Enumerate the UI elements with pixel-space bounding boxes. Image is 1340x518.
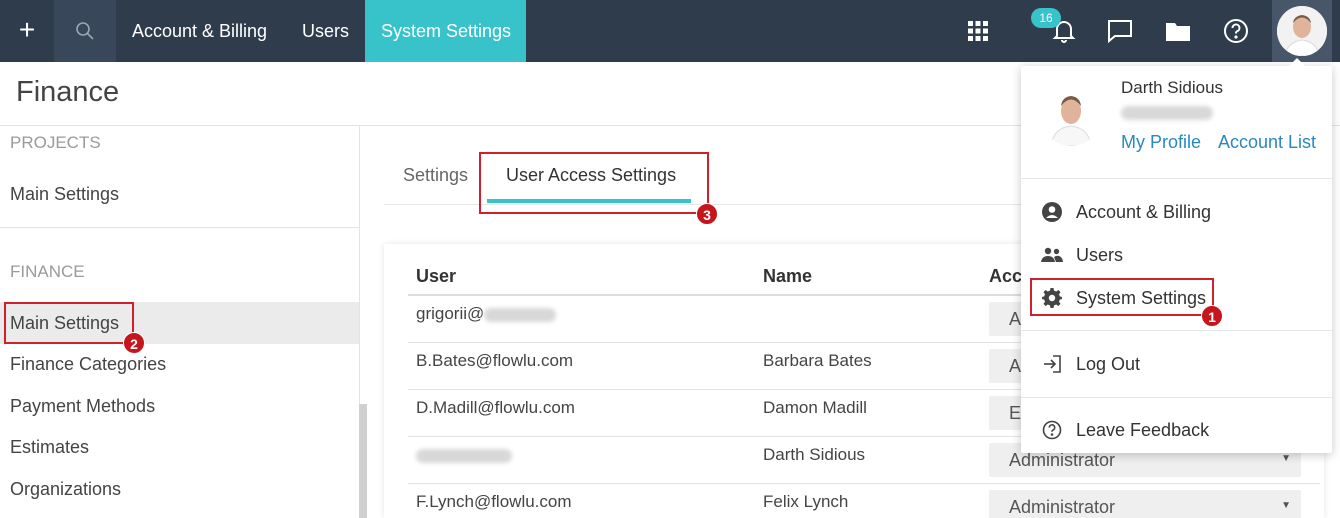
access-select-value: Administrator [1009, 450, 1116, 470]
page-title: Finance [16, 76, 120, 108]
users-icon [1041, 244, 1063, 266]
user-name: Darth Sidious [1121, 78, 1224, 97]
table-row-name: Damon Madill [763, 398, 867, 417]
sidebar-item-estimates[interactable]: Estimates [10, 437, 89, 458]
menu-item-leave-feedback[interactable]: Leave Feedback [1041, 416, 1209, 444]
highlight-user-access-tab [479, 152, 709, 214]
sidebar-item-payment-methods[interactable]: Payment Methods [10, 396, 155, 417]
sidebar-scrollbar[interactable] [359, 404, 367, 518]
column-header-user: User [416, 266, 457, 286]
table-row-name: Felix Lynch [763, 492, 849, 511]
avatar [1277, 6, 1327, 56]
dropdown-caret [1288, 58, 1306, 67]
account-list-link[interactable]: Account List [1218, 132, 1316, 153]
blurred-email [484, 307, 557, 322]
access-select[interactable]: Administrator ▼ [989, 490, 1301, 518]
table-row-user [416, 445, 512, 465]
highlight-main-settings [4, 302, 134, 344]
account-circle-icon [1041, 201, 1063, 223]
tab-settings[interactable]: Settings [403, 165, 468, 186]
column-header-name: Name [763, 266, 813, 286]
folder-icon[interactable] [1164, 17, 1192, 45]
menu-item-label: Users [1076, 244, 1124, 265]
menu-item-label: Log Out [1076, 353, 1141, 374]
nav-system-settings[interactable]: System Settings [365, 0, 526, 62]
chevron-down-icon: ▼ [1281, 453, 1291, 464]
search-button[interactable] [54, 0, 116, 62]
sidebar-item-projects-main-settings[interactable]: Main Settings [10, 184, 119, 205]
table-row-user: B.Bates@flowlu.com [416, 351, 574, 370]
user-email: grigorii@ [416, 304, 485, 323]
table-row-user: grigorii@ [416, 304, 557, 324]
nav-account-billing[interactable]: Account & Billing [132, 0, 267, 62]
sidebar-divider [0, 227, 359, 228]
logout-icon [1041, 353, 1063, 375]
sidebar-item-organizations[interactable]: Organizations [10, 479, 121, 500]
menu-item-log-out[interactable]: Log Out [1041, 350, 1140, 378]
menu-divider [1021, 330, 1332, 331]
nav-users[interactable]: Users [302, 0, 349, 62]
apps-grid-icon[interactable] [964, 17, 992, 45]
avatar [1041, 86, 1101, 146]
callout-number: 3 [696, 203, 718, 225]
highlight-system-settings [1030, 278, 1214, 316]
notification-badge: 16 [1031, 8, 1061, 28]
access-select-value: E [1009, 403, 1022, 423]
row-divider [408, 483, 1320, 484]
menu-divider [1021, 397, 1332, 398]
chevron-down-icon: ▼ [1281, 500, 1291, 511]
help-circle-icon [1041, 419, 1063, 441]
menu-item-label: Leave Feedback [1076, 419, 1210, 440]
callout-number: 2 [123, 332, 145, 354]
table-row-user: F.Lynch@flowlu.com [416, 492, 572, 511]
sidebar-item-finance-categories[interactable]: Finance Categories [10, 354, 166, 375]
blurred-email [1121, 106, 1213, 120]
access-select-value: Administrator [1009, 497, 1116, 517]
menu-divider [1021, 178, 1332, 179]
table-row-user: D.Madill@flowlu.com [416, 398, 575, 417]
plus-icon[interactable]: + [0, 0, 54, 62]
menu-item-label: Account & Billing [1076, 201, 1212, 222]
sidebar-heading-projects: PROJECTS [10, 133, 101, 152]
callout-number: 1 [1201, 305, 1223, 327]
table-row-name: Barbara Bates [763, 351, 872, 370]
help-icon[interactable] [1222, 17, 1250, 45]
search-icon [76, 22, 94, 40]
user-menu-button[interactable] [1272, 0, 1332, 62]
access-select-value: A [1009, 309, 1022, 329]
menu-item-account-billing[interactable]: Account & Billing [1041, 198, 1211, 226]
chat-icon[interactable] [1106, 17, 1134, 45]
my-profile-link[interactable]: My Profile [1121, 132, 1201, 153]
access-select-value: A [1009, 356, 1022, 376]
table-row-name: Darth Sidious [763, 445, 866, 464]
sidebar-heading-finance: FINANCE [10, 262, 85, 281]
menu-item-users[interactable]: Users [1041, 241, 1123, 269]
blurred-email [416, 448, 512, 463]
